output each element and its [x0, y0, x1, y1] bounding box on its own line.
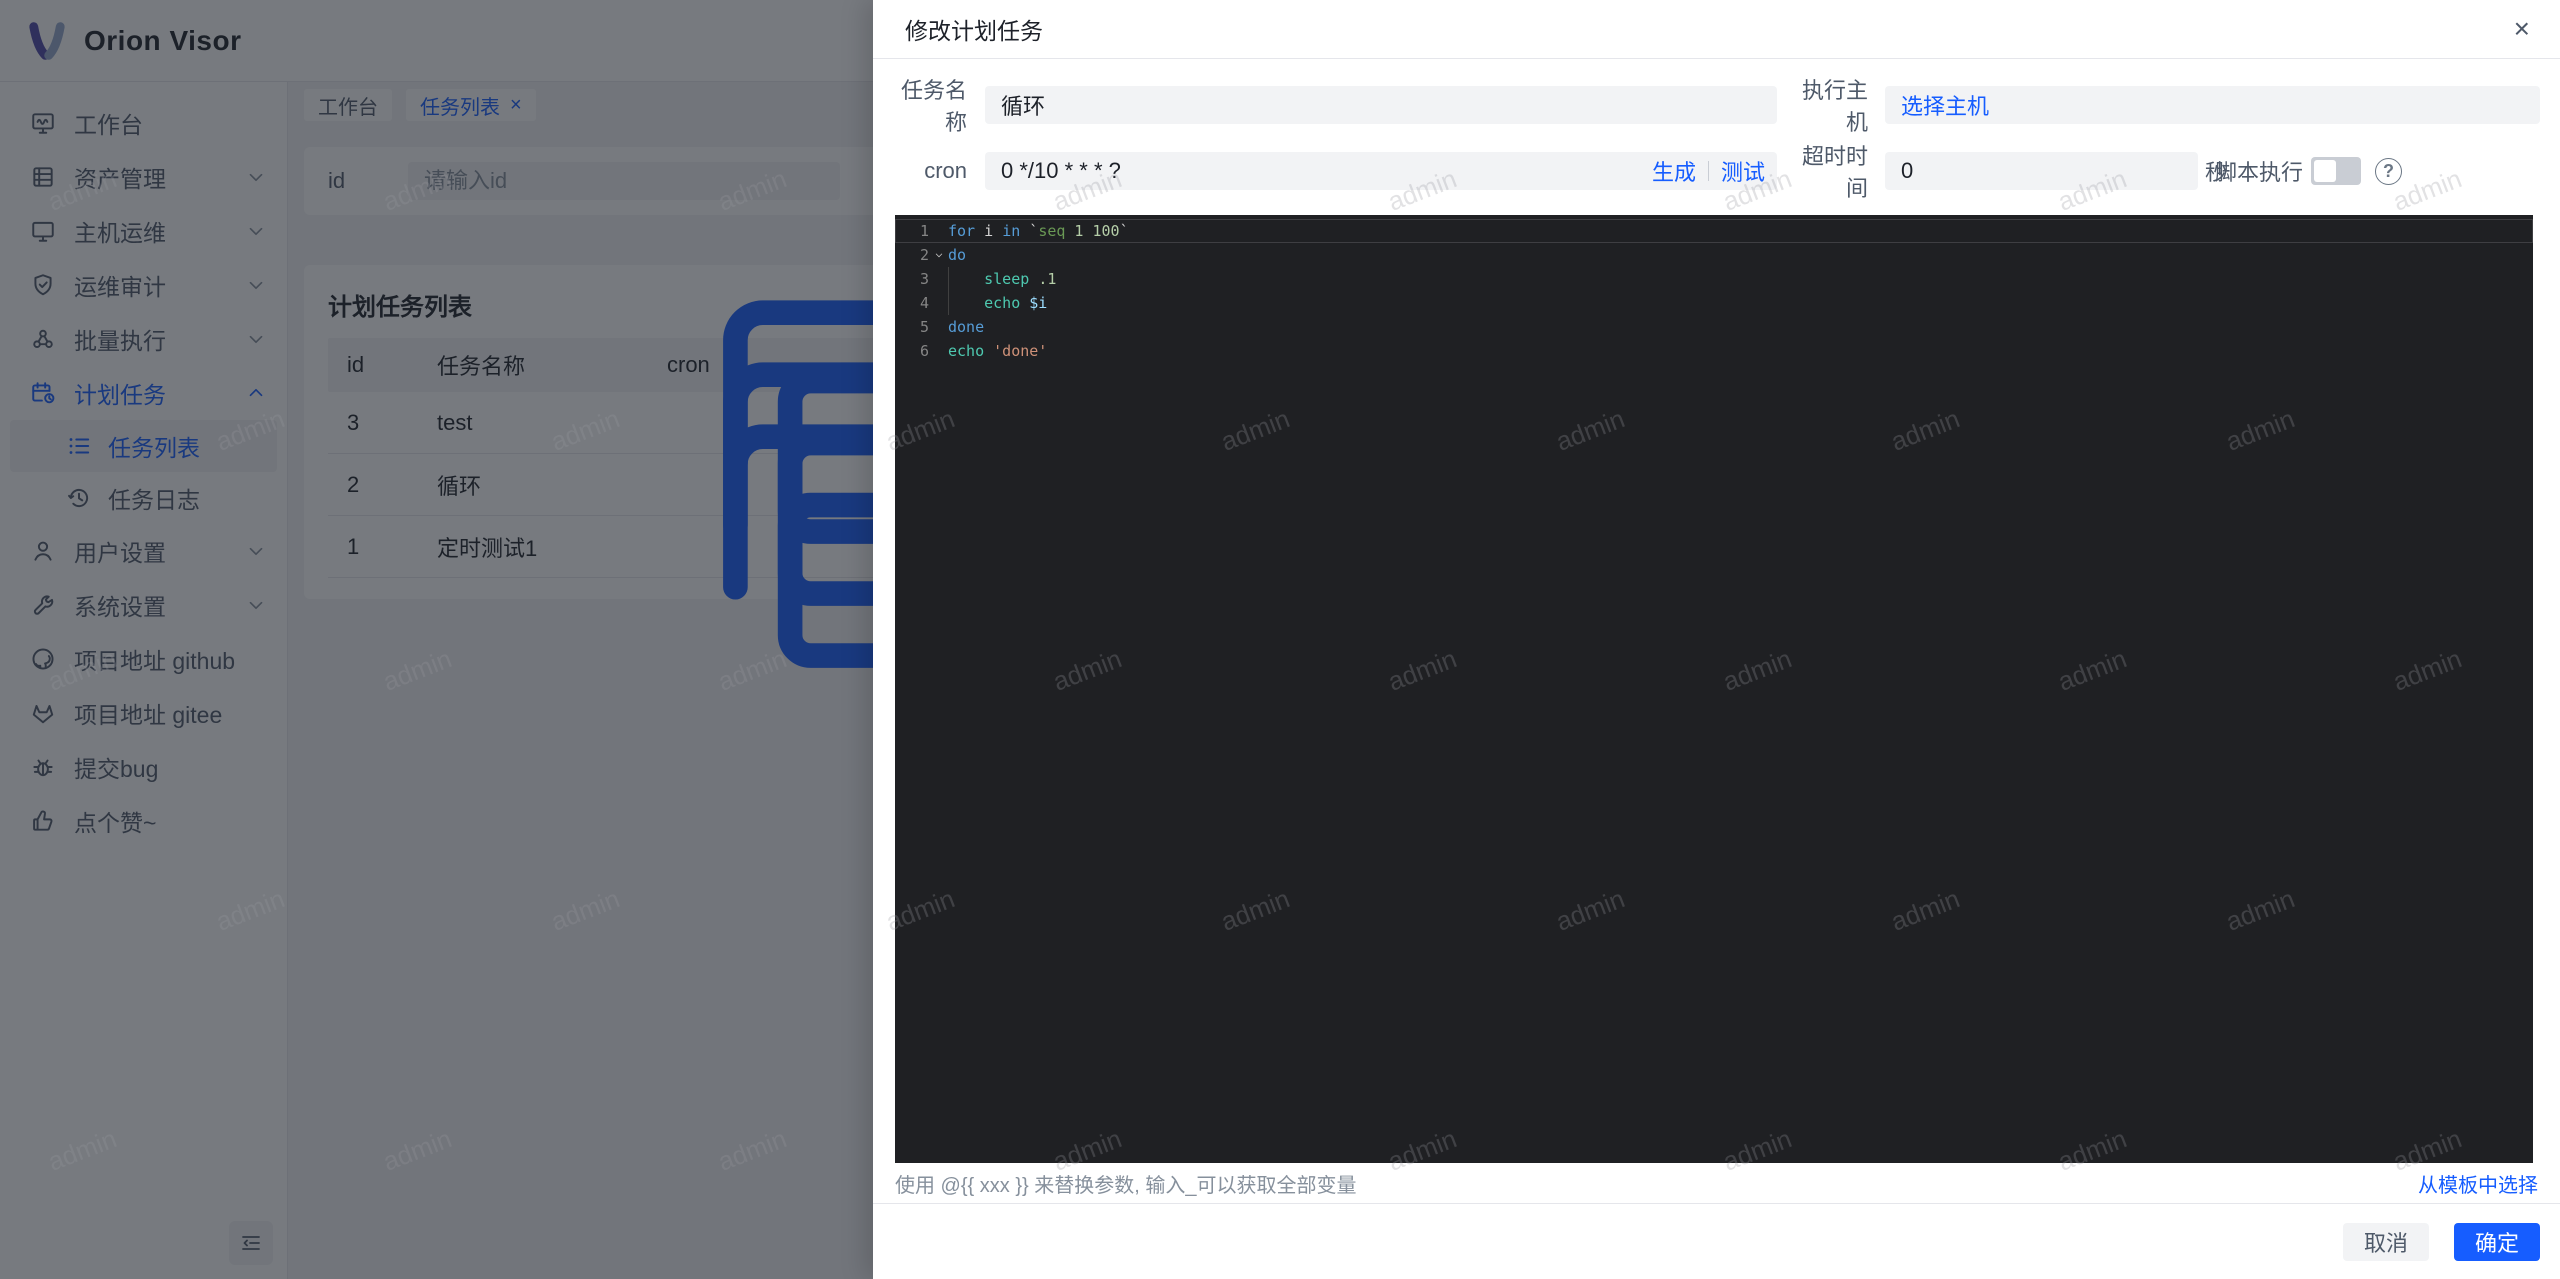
params-hint: 使用 @{{ xxx }} 来替换参数, 输入_可以获取全部变量 — [895, 1174, 1357, 1197]
code-line[interactable]: 3 sleep .1 — [895, 267, 2533, 291]
line-number: 6 — [919, 342, 929, 360]
script-exec-toggle[interactable] — [2311, 157, 2361, 185]
task-name-label: 任务名称 — [900, 78, 967, 135]
timeout-input[interactable] — [1885, 152, 2205, 190]
modal-title: 修改计划任务 — [905, 18, 1043, 44]
cron-label: cron — [924, 158, 967, 183]
close-icon[interactable]: × — [2514, 15, 2530, 43]
cron-field: 生成 测试 — [985, 152, 1777, 190]
cron-input[interactable] — [985, 152, 1652, 190]
modal-body: 任务名称 执行主机 选择主机 cron 生成 测试 超时时间 秒 — [873, 59, 2560, 1203]
host-select[interactable]: 选择主机 — [1885, 86, 2540, 124]
select-from-template-link[interactable]: 从模板中选择 — [2418, 1169, 2538, 1198]
line-number: 4 — [919, 294, 929, 312]
code-line[interactable]: 2 do — [895, 243, 2533, 267]
timeout-label: 超时时间 — [1801, 144, 1868, 201]
editor-hint-row: 使用 @{{ xxx }} 来替换参数, 输入_可以获取全部变量 从模板中选择 — [895, 1163, 2538, 1203]
edit-task-modal: 修改计划任务 × 任务名称 执行主机 选择主机 cron 生成 测试 — [873, 0, 2560, 1279]
code-line[interactable]: 1 for i in `seq 1 100` — [895, 219, 2533, 243]
test-cron-link[interactable]: 测试 — [1721, 155, 1765, 187]
code-line[interactable]: 5 done — [895, 315, 2533, 339]
modal-footer: 取消 确定 — [873, 1203, 2560, 1279]
script-exec-label: 脚本执行 — [2214, 160, 2303, 185]
toggle-knob — [2314, 160, 2336, 182]
indent-guide — [948, 267, 949, 315]
task-name-input[interactable] — [985, 86, 1777, 124]
help-icon[interactable]: ? — [2375, 157, 2402, 185]
fold-icon[interactable] — [929, 243, 948, 267]
code-line[interactable]: 4 echo $i — [895, 291, 2533, 315]
divider — [1707, 161, 1709, 181]
cancel-button[interactable]: 取消 — [2342, 1223, 2429, 1261]
select-host-link[interactable]: 选择主机 — [1901, 89, 1989, 121]
generate-cron-link[interactable]: 生成 — [1652, 155, 1696, 187]
line-number: 2 — [919, 246, 929, 264]
timeout-field: 秒 — [1885, 152, 2227, 190]
modal-header: 修改计划任务 × — [873, 0, 2560, 59]
line-number: 3 — [919, 270, 929, 288]
line-number: 5 — [919, 318, 929, 336]
confirm-button[interactable]: 确定 — [2453, 1223, 2540, 1261]
code-editor[interactable]: 1 for i in `seq 1 100` 2 do 3 sleep .1 4 e… — [895, 215, 2533, 1163]
exec-host-label: 执行主机 — [1801, 78, 1868, 135]
screen: Orion Visor 工作台 资产管理 主机运 — [0, 0, 2560, 1279]
line-number: 1 — [919, 222, 929, 240]
code-line[interactable]: 6 echo 'done' — [895, 339, 2533, 363]
